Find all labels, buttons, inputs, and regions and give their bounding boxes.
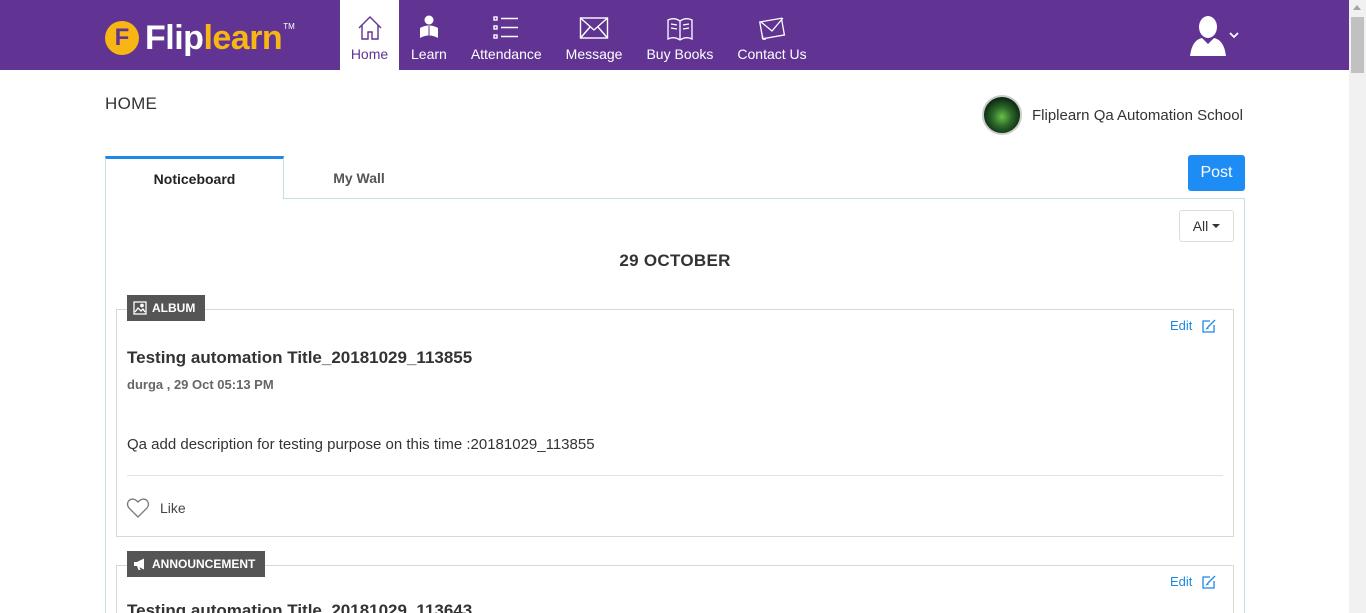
nav-item-label: Buy Books: [646, 46, 714, 62]
logo-text: Fliplearn: [145, 19, 283, 57]
nav-item-label: Contact Us: [737, 46, 807, 62]
school-info: Fliplearn Qa Automation School: [982, 95, 1243, 135]
post-type-badge: ANNOUNCEMENT: [127, 551, 266, 577]
post-type-badge: ALBUM: [127, 295, 206, 321]
post-description: Qa add description for testing purpose o…: [127, 436, 595, 453]
nav-item-contact-us[interactable]: Contact Us: [725, 0, 818, 70]
image-icon: [133, 301, 147, 315]
edit-icon: [1202, 575, 1216, 589]
nav-item-buy-books[interactable]: Buy Books: [634, 0, 725, 70]
post-card: [116, 309, 1234, 537]
post-type-label: ANNOUNCEMENT: [152, 557, 256, 571]
logo-badge: F: [105, 21, 139, 55]
envelope-icon: [579, 17, 609, 39]
scrollbar-thumb[interactable]: [1351, 17, 1364, 73]
nav-item-label: Attendance: [470, 46, 542, 62]
heart-icon: [126, 498, 150, 518]
date-heading: 29 OCTOBER: [619, 251, 731, 270]
caret-down-icon: [1212, 224, 1221, 228]
attendance-list-icon: [493, 16, 519, 39]
edit-post-button[interactable]: Edit: [1170, 574, 1216, 589]
user-menu[interactable]: [1190, 14, 1240, 56]
nav-item-label: Message: [565, 46, 623, 62]
megaphone-icon: [134, 558, 144, 570]
like-label: Like: [160, 500, 186, 516]
nav-item-home[interactable]: Home: [340, 0, 399, 70]
school-name: Fliplearn Qa Automation School: [1032, 106, 1243, 124]
post-button[interactable]: Post: [1188, 155, 1245, 191]
nav-item-attendance[interactable]: Attendance: [459, 0, 554, 70]
user-avatar-icon: [1190, 16, 1226, 56]
fliplearn-logo[interactable]: F Fliplearn TM: [105, 18, 295, 58]
book-icon: [667, 18, 693, 41]
post-type-label: ALBUM: [152, 301, 196, 315]
post-title[interactable]: Testing automation Title_20181029_113855: [127, 348, 472, 368]
filter-selected: All: [1192, 218, 1209, 234]
post-meta: durga , 29 Oct 05:13 PM: [127, 377, 274, 392]
like-button[interactable]: Like: [126, 497, 186, 519]
contact-envelope-icon: [759, 17, 786, 40]
page-title: HOME: [105, 94, 158, 113]
school-logo: [982, 95, 1022, 135]
post-title[interactable]: Testing automation Title_20181029_113643: [127, 601, 472, 613]
edit-icon: [1202, 319, 1216, 333]
nav-item-learn[interactable]: Learn: [399, 0, 459, 70]
filter-dropdown[interactable]: All: [1179, 210, 1234, 242]
nav-item-label: Learn: [411, 46, 447, 62]
home-icon: [358, 16, 381, 40]
learn-icon: [419, 15, 438, 38]
nav-item-message[interactable]: Message: [554, 0, 635, 70]
chevron-down-icon: [1229, 32, 1239, 39]
tab-noticeboard[interactable]: Noticeboard: [105, 156, 284, 199]
edit-label: Edit: [1170, 574, 1193, 589]
page-scrollbar[interactable]: [1349, 0, 1366, 613]
scroll-up-arrow-icon[interactable]: [1353, 5, 1361, 10]
card-divider: [127, 475, 1223, 476]
top-navbar: F Fliplearn TM Home Learn Attendance Mes…: [0, 0, 1349, 70]
logo-trademark: TM: [283, 22, 295, 31]
nav-item-label: Home: [350, 46, 389, 62]
edit-post-button[interactable]: Edit: [1170, 318, 1216, 333]
tab-my-wall[interactable]: My Wall: [284, 156, 434, 199]
edit-label: Edit: [1170, 318, 1193, 333]
main-nav: Home Learn Attendance Message Buy Books …: [340, 0, 819, 70]
